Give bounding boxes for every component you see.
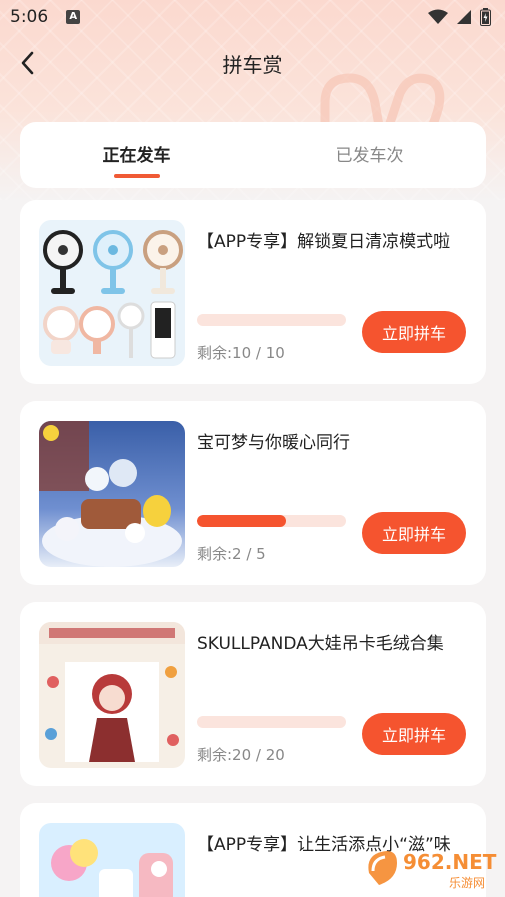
svg-text:乐游网: 乐游网: [449, 876, 485, 890]
page-title: 拼车赏: [222, 52, 283, 77]
drinks-product-image: [39, 823, 185, 897]
tab-departed[interactable]: 已发车次: [253, 141, 486, 170]
svg-text:962.NET: 962.NET: [403, 850, 497, 874]
navigation-bar: 拼车赏: [0, 38, 505, 178]
status-bar: 5:06 A: [0, 0, 505, 34]
notification-icon: A: [66, 10, 81, 24]
wifi-icon: [428, 9, 448, 24]
list-item[interactable]: 【APP专享】解锁夏日清凉模式啦 剩余:10 / 10 立即拼车: [20, 200, 486, 384]
progress-bar: [197, 314, 346, 326]
list-item[interactable]: SKULLPANDA大娃吊卡毛绒合集 剩余:20 / 20 立即拼车: [20, 602, 486, 786]
progress-bar: [197, 716, 346, 728]
remaining-count: 剩余:2 / 5: [197, 545, 266, 563]
tab-ongoing[interactable]: 正在发车: [20, 141, 253, 178]
progress-fill: [197, 515, 287, 527]
list-item[interactable]: 宝可梦与你暖心同行 剩余:2 / 5 立即拼车: [20, 401, 486, 585]
pokemon-figures-image: [39, 421, 185, 567]
item-title: 宝可梦与你暖心同行: [197, 433, 350, 453]
item-title: SKULLPANDA大娃吊卡毛绒合集: [197, 634, 444, 654]
back-arrow-icon[interactable]: [14, 48, 44, 78]
progress-bar: [197, 515, 346, 527]
join-carpool-button[interactable]: 立即拼车: [362, 512, 466, 554]
remaining-count: 剩余:10 / 10: [197, 344, 285, 362]
active-tab-indicator: [113, 173, 160, 178]
signal-icon: [457, 10, 471, 24]
fans-product-image: [39, 220, 185, 366]
carpool-list: 【APP专享】解锁夏日清凉模式啦 剩余:10 / 10 立即拼车 宝可梦与你暖心…: [20, 200, 486, 897]
tab-departed-label: 已发车次: [335, 145, 404, 166]
battery-icon: [480, 8, 491, 26]
watermark-logo: 962.NET 乐游网: [363, 845, 497, 891]
skullpanda-poster-image: [39, 622, 185, 768]
tab-ongoing-label: 正在发车: [102, 145, 171, 166]
tab-bar: 正在发车 已发车次: [20, 122, 486, 188]
status-time: 5:06: [10, 7, 49, 27]
item-title: 【APP专享】解锁夏日清凉模式啦: [197, 232, 451, 252]
join-carpool-button[interactable]: 立即拼车: [362, 713, 466, 755]
remaining-count: 剩余:20 / 20: [197, 746, 285, 764]
status-icons: [428, 8, 491, 26]
join-carpool-button[interactable]: 立即拼车: [362, 311, 466, 353]
